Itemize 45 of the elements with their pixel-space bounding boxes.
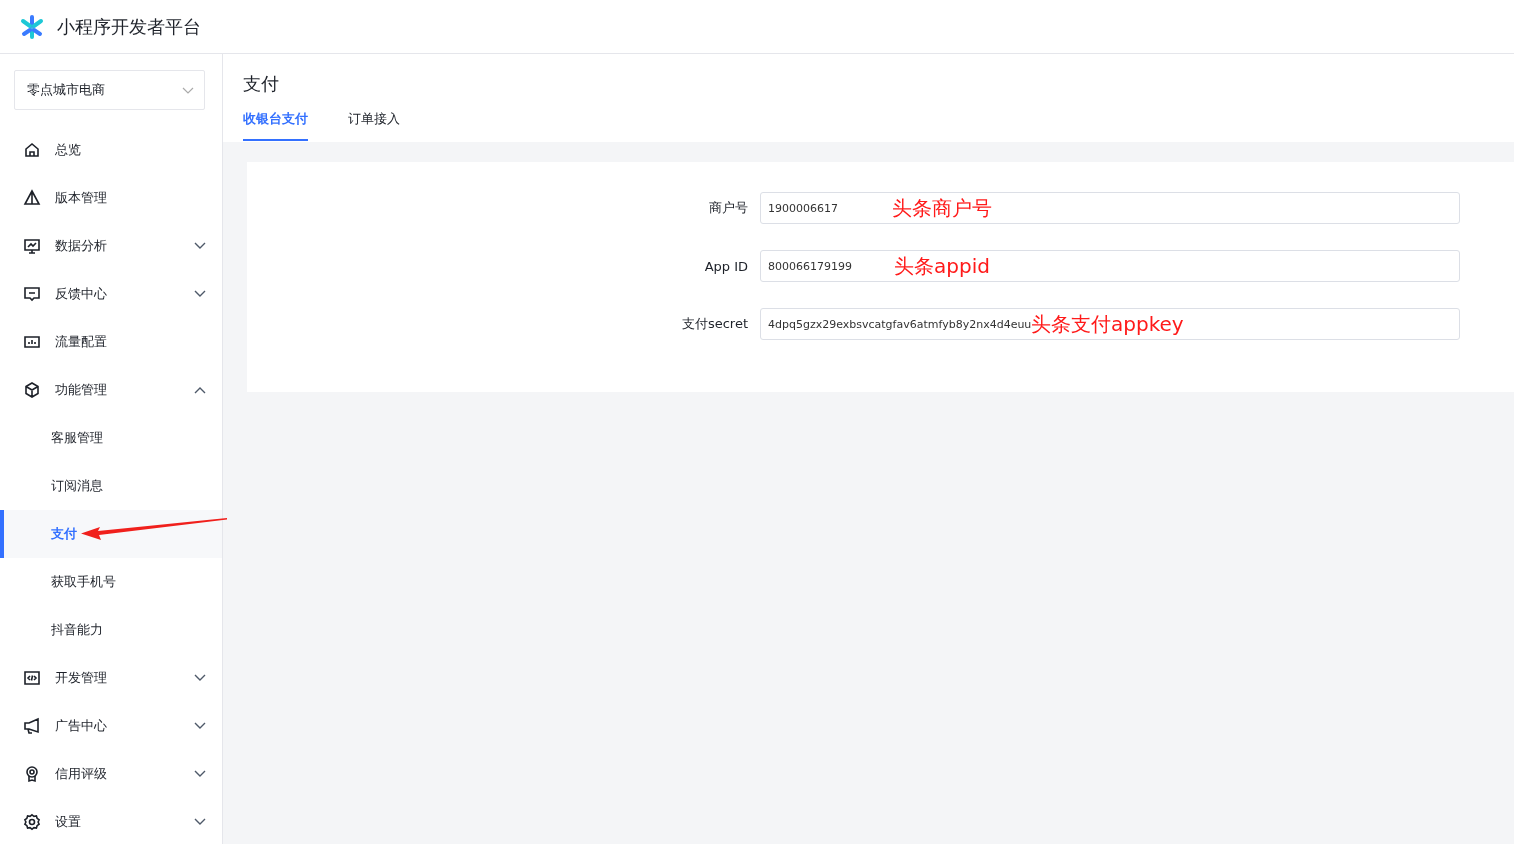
chevron-icon[interactable] xyxy=(194,770,206,778)
chevron-icon[interactable] xyxy=(194,290,206,298)
field-label: 商户号 xyxy=(708,199,749,217)
nav-subitem[interactable]: 支付 xyxy=(0,510,222,558)
home-icon xyxy=(23,141,41,159)
chart-monitor-icon xyxy=(23,237,41,255)
annotation-text: 头条支付appkey xyxy=(1031,310,1184,338)
nav-subitem[interactable]: 订阅消息 xyxy=(0,462,222,510)
chevron-icon[interactable] xyxy=(194,722,206,730)
page-title: 支付 xyxy=(243,72,280,96)
nav-subitem[interactable]: 客服管理 xyxy=(0,414,222,462)
message-icon xyxy=(23,285,41,303)
annotation-text: 头条商户号 xyxy=(892,194,992,222)
nav-item[interactable]: 开发管理 xyxy=(0,654,222,702)
nav-item[interactable]: 反馈中心 xyxy=(0,270,222,318)
nav-subitem[interactable]: 获取手机号 xyxy=(0,558,222,606)
bar-chart-icon xyxy=(23,333,41,351)
nav-item[interactable]: 功能管理 xyxy=(0,366,222,414)
nav-item[interactable]: 版本管理 xyxy=(0,174,222,222)
tab[interactable]: 订单接入 xyxy=(348,110,400,141)
nav-item[interactable]: 数据分析 xyxy=(0,222,222,270)
settings-icon xyxy=(23,813,41,831)
nav-item[interactable]: 广告中心 xyxy=(0,702,222,750)
platform-title: 小程序开发者平台 xyxy=(57,14,201,39)
triangle-icon xyxy=(23,189,41,207)
badge-icon xyxy=(23,765,41,783)
chevron-icon xyxy=(182,86,194,94)
code-icon xyxy=(23,669,41,687)
app-select[interactable]: 零点城市电商 xyxy=(14,70,205,110)
logo-icon xyxy=(19,13,45,40)
nav-item[interactable]: 信用评级 xyxy=(0,750,222,798)
nav-item[interactable]: 流量配置 xyxy=(0,318,222,366)
cube-icon xyxy=(23,381,41,399)
annotation-text: 头条appid xyxy=(894,252,990,280)
chevron-icon[interactable] xyxy=(194,818,206,826)
chevron-icon[interactable] xyxy=(194,674,206,682)
nav-item[interactable]: 总览 xyxy=(0,126,222,174)
megaphone-icon xyxy=(23,717,41,735)
field-label: 支付secret xyxy=(680,315,749,333)
chevron-icon[interactable] xyxy=(194,386,206,394)
chevron-icon[interactable] xyxy=(194,242,206,250)
field-label: App ID xyxy=(703,258,749,274)
nav-item[interactable]: 设置 xyxy=(0,798,222,844)
nav-subitem[interactable]: 抖音能力 xyxy=(0,606,222,654)
tab[interactable]: 收银台支付 xyxy=(243,110,308,141)
